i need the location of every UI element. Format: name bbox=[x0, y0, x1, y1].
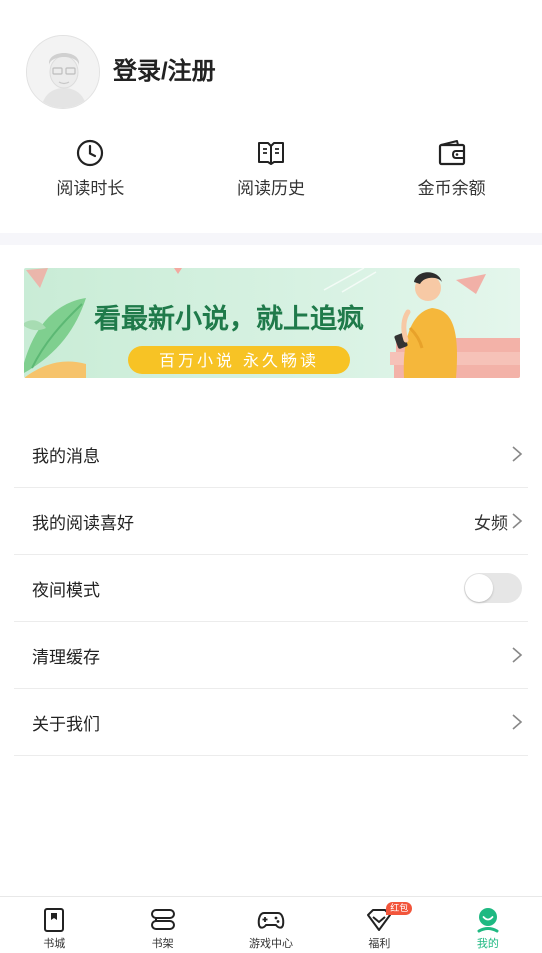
chevron-right-icon bbox=[512, 647, 523, 663]
tab-profile[interactable]: 我的 bbox=[434, 897, 542, 953]
banner-headline: 看最新小说，就上追疯 bbox=[94, 303, 364, 335]
book-icon bbox=[258, 142, 284, 165]
toggle-knob bbox=[465, 574, 493, 602]
chevron-right-icon bbox=[512, 714, 523, 730]
avatar[interactable] bbox=[26, 35, 100, 109]
red-packet-badge: 红包 bbox=[386, 902, 413, 915]
stat-reading-time[interactable]: 阅读时长 bbox=[0, 138, 181, 208]
night-mode-toggle[interactable] bbox=[464, 573, 522, 603]
profile-header: 登录/注册 阅读时长 阅读历史 金币余额 bbox=[0, 0, 542, 235]
menu-item-about[interactable]: 关于我们 bbox=[14, 689, 528, 756]
stat-coin-balance[interactable]: 金币余额 bbox=[361, 138, 542, 208]
login-register-link[interactable]: 登录/注册 bbox=[113, 56, 216, 88]
menu-item-night-mode: 夜间模式 bbox=[14, 555, 528, 622]
menu-item-label: 我的消息 bbox=[32, 446, 100, 466]
tab-welfare[interactable]: 福利 红包 bbox=[325, 897, 433, 953]
tab-game-center[interactable]: 游戏中心 bbox=[217, 897, 325, 953]
tab-label: 游戏中心 bbox=[249, 938, 294, 950]
bookshelf-icon bbox=[150, 909, 175, 930]
tab-bookstore[interactable]: 书城 bbox=[0, 897, 108, 953]
tab-label: 书架 bbox=[151, 938, 174, 950]
menu-item-label: 关于我们 bbox=[32, 714, 100, 734]
bookstore-icon bbox=[44, 908, 65, 932]
stat-label: 阅读历史 bbox=[237, 179, 305, 198]
banner-illustration: 看最新小说，就上追疯 百万小说 永久畅读 bbox=[24, 268, 520, 378]
settings-menu: 我的消息 我的阅读喜好 女频 夜间模式 清理缓存 关于我们 bbox=[14, 421, 528, 756]
tab-label: 我的 bbox=[476, 938, 499, 950]
menu-item-reading-preference[interactable]: 我的阅读喜好 女频 bbox=[14, 488, 528, 555]
tab-label: 福利 bbox=[368, 938, 391, 950]
gamepad-icon bbox=[257, 912, 285, 929]
bottom-tab-bar: 书城 书架 游戏中心 福利 红包 我的 bbox=[0, 896, 542, 953]
chevron-right-icon bbox=[512, 513, 523, 529]
stat-label: 阅读时长 bbox=[56, 179, 125, 198]
default-avatar-icon bbox=[27, 36, 99, 108]
tab-label: 书城 bbox=[43, 938, 66, 950]
menu-item-label: 我的阅读喜好 bbox=[32, 513, 134, 533]
profile-icon bbox=[477, 908, 499, 933]
chevron-right-icon bbox=[512, 446, 523, 462]
menu-item-messages[interactable]: 我的消息 bbox=[14, 421, 528, 488]
section-divider bbox=[0, 233, 542, 245]
reading-preference-value: 女频 bbox=[474, 513, 508, 533]
menu-item-label: 清理缓存 bbox=[32, 647, 100, 667]
menu-item-clear-cache[interactable]: 清理缓存 bbox=[14, 622, 528, 689]
banner-tagline: 百万小说 永久畅读 bbox=[159, 351, 319, 370]
menu-item-label: 夜间模式 bbox=[32, 580, 100, 600]
clock-icon bbox=[77, 139, 104, 167]
reading-stats: 阅读时长 阅读历史 金币余额 bbox=[0, 138, 542, 208]
promo-banner[interactable]: 看最新小说，就上追疯 百万小说 永久畅读 bbox=[24, 268, 520, 378]
stat-label: 金币余额 bbox=[417, 179, 486, 198]
stat-reading-history[interactable]: 阅读历史 bbox=[181, 138, 362, 208]
tab-bookshelf[interactable]: 书架 bbox=[108, 897, 216, 953]
wallet-icon bbox=[438, 140, 465, 166]
